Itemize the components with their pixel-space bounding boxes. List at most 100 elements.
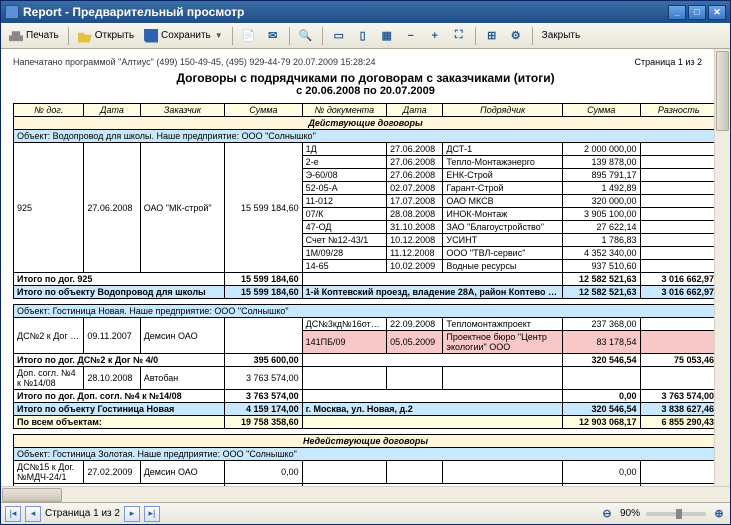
- object-label: Объект: Гостиница Золотая. Наше предприя…: [14, 448, 718, 461]
- cell: 320 546,54: [563, 354, 640, 367]
- separator: [322, 27, 323, 45]
- cell: 19 758 358,60: [225, 416, 302, 429]
- cell: [387, 367, 443, 390]
- cell: 937 510,60: [563, 260, 640, 273]
- cell: [640, 195, 718, 208]
- cell: ЕНК-Строй: [443, 169, 563, 182]
- prev-page-button[interactable]: ◂: [25, 506, 41, 522]
- zoom-value: 90%: [620, 508, 640, 519]
- cell: [640, 143, 718, 156]
- cell: 28.08.2008: [387, 208, 443, 221]
- zoom-100-button[interactable]: ▦: [376, 27, 398, 45]
- grand-total-row: По всем объектам:19 758 358,6012 903 068…: [14, 416, 718, 429]
- zoom-slider[interactable]: [646, 512, 706, 516]
- cell: Тепло-Монтажэнерго: [443, 156, 563, 169]
- subtotal-row: Итого по дог. Доп. согл. №4 к №14/083 76…: [14, 390, 718, 403]
- section-active: Действующие договоры: [14, 117, 718, 130]
- object-total-row: Итого по объекту Водопровод для школы15 …: [14, 286, 718, 299]
- cell: [443, 367, 563, 390]
- cell: ДСТ-1: [443, 143, 563, 156]
- cell: 83 178,54: [563, 331, 640, 354]
- report-title: Договоры с подрядчиками по договорам с з…: [13, 71, 718, 85]
- fullscreen-button[interactable]: ⛶: [448, 27, 470, 45]
- zoom-out-button[interactable]: −: [400, 27, 422, 45]
- last-page-button[interactable]: ▸|: [144, 506, 160, 522]
- horizontal-scrollbar[interactable]: [1, 486, 730, 502]
- cell: 139 878,00: [563, 156, 640, 169]
- object-total-row: Итого по объекту Гостиница Новая4 159 17…: [14, 403, 718, 416]
- cell: 237 368,00: [563, 318, 640, 331]
- report-viewport[interactable]: Напечатано программой "Алтиус" (499) 150…: [1, 49, 730, 486]
- object-row: Объект: Гостиница Золотая. Наше предприя…: [14, 448, 718, 461]
- print-label: Печать: [26, 30, 59, 41]
- object-label: Объект: Гостиница Новая. Наше предприяти…: [14, 305, 718, 318]
- margins-button[interactable]: ⊞: [481, 27, 503, 45]
- cell: 27.02.2009: [84, 461, 140, 484]
- subtotal-row: Итого по дог. 92515 599 184,6012 582 521…: [14, 273, 718, 286]
- separator: [232, 27, 233, 45]
- col-cust: Заказчик: [140, 104, 224, 117]
- zoom-out-icon[interactable]: ⊖: [600, 507, 614, 521]
- page-indicator: Страница 1 из 2: [45, 508, 120, 519]
- cell: [640, 247, 718, 260]
- cell: 17.07.2008: [387, 195, 443, 208]
- dropdown-icon: ▼: [215, 31, 223, 40]
- find-button[interactable]: 🔍: [295, 27, 317, 45]
- close-button[interactable]: ✕: [708, 5, 726, 20]
- col-sum2: Сумма: [563, 104, 640, 117]
- minimize-button[interactable]: _: [668, 5, 686, 20]
- zoom-in-button[interactable]: +: [424, 27, 446, 45]
- mail-icon: ✉: [266, 29, 280, 43]
- cell: 4 352 340,00: [563, 247, 640, 260]
- zoom-thumb[interactable]: [676, 509, 682, 519]
- cell: 4 159 174,00: [225, 403, 302, 416]
- settings-button[interactable]: ⚙: [505, 27, 527, 45]
- cell: 3 905 100,00: [563, 208, 640, 221]
- cell: Тепломонтажпроект: [443, 318, 563, 331]
- first-page-button[interactable]: |◂: [5, 506, 21, 522]
- zoom-in-icon[interactable]: ⊕: [712, 507, 726, 521]
- cell: 2 000 000,00: [563, 143, 640, 156]
- separator: [68, 27, 69, 45]
- cell: 2-е: [302, 156, 386, 169]
- cell: 141ПБ/09: [302, 331, 386, 354]
- print-button[interactable]: Печать: [5, 27, 63, 45]
- cell: Водные ресурсы: [443, 260, 563, 273]
- vertical-scrollbar[interactable]: [714, 49, 730, 486]
- cell: УСИНТ: [443, 234, 563, 247]
- export-pdf-button[interactable]: 📄: [238, 27, 260, 45]
- export-mail-button[interactable]: ✉: [262, 27, 284, 45]
- open-button[interactable]: Открыть: [74, 27, 138, 45]
- cell: Гарант-Строй: [443, 182, 563, 195]
- section-title: Действующие договоры: [14, 117, 718, 130]
- cell: Итого по дог. 925: [14, 273, 225, 286]
- close-preview-button[interactable]: Закрыть: [538, 28, 585, 43]
- cell: 0,00: [225, 461, 302, 484]
- cell: 28.10.2008: [84, 367, 140, 390]
- cell: 52-05-А: [302, 182, 386, 195]
- maximize-button[interactable]: □: [688, 5, 706, 20]
- cell: 1М/09/28: [302, 247, 386, 260]
- cell: 1 492,89: [563, 182, 640, 195]
- cell: [640, 156, 718, 169]
- separator: [289, 27, 290, 45]
- cell: 6 855 290,43: [640, 416, 718, 429]
- cell: [640, 208, 718, 221]
- save-button[interactable]: Сохранить ▼: [140, 27, 227, 45]
- cell: 15 599 184,60: [225, 286, 302, 299]
- open-icon: [78, 29, 92, 43]
- cell: Автобан: [140, 367, 224, 390]
- cell: 05.05.2009: [387, 331, 443, 354]
- next-page-button[interactable]: ▸: [124, 506, 140, 522]
- cell: 75 053,46: [640, 354, 718, 367]
- cell: 27.06.2008: [387, 169, 443, 182]
- scroll-thumb[interactable]: [716, 51, 729, 131]
- cell: ДС№15 к Дог. №МДЧ-24/1: [14, 461, 84, 484]
- zoom-width-button[interactable]: ▯: [352, 27, 374, 45]
- scroll-thumb[interactable]: [2, 488, 62, 502]
- cell: ОАО МКСВ: [443, 195, 563, 208]
- header-row: № дог. Дата Заказчик Сумма № документа Д…: [14, 104, 718, 117]
- cell: Э-60/08: [302, 169, 386, 182]
- cell: [302, 461, 386, 484]
- zoom-whole-button[interactable]: ▭: [328, 27, 350, 45]
